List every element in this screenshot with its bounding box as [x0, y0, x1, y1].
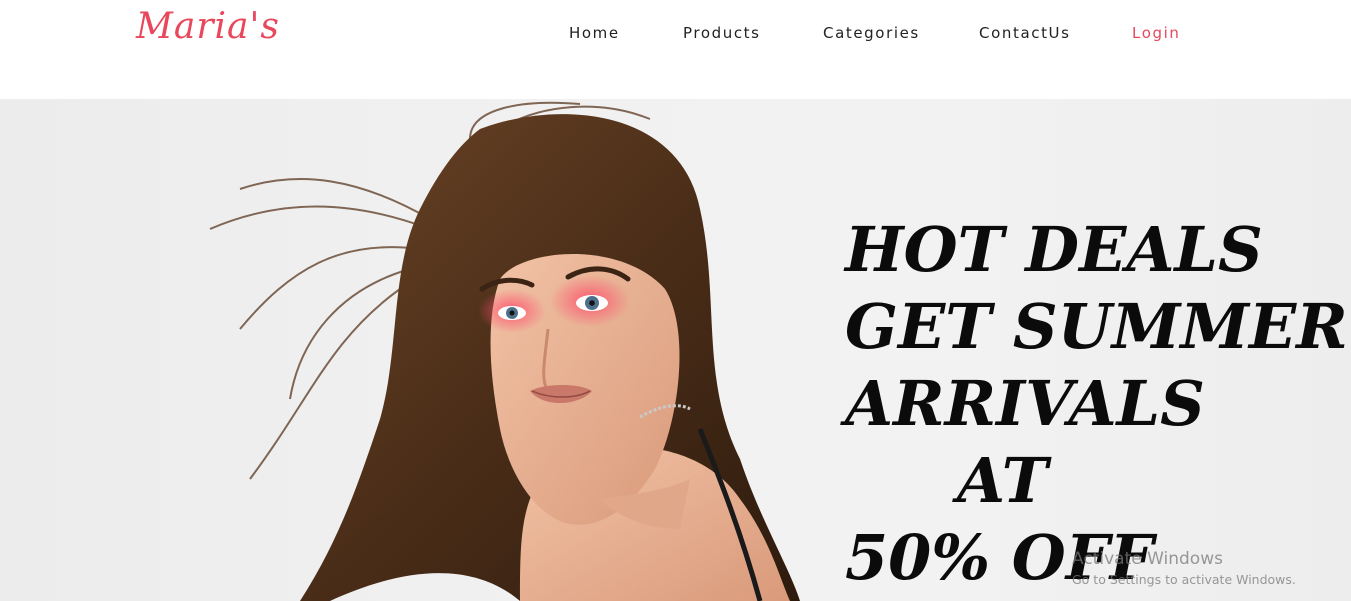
site-header: Maria's Home Products Categories Contact… [0, 0, 1351, 99]
hero-headline: HOT DEALS GET SUMMER ARRIVALS AT 50% OFF [845, 211, 1348, 596]
nav-home-link[interactable]: Home [569, 22, 620, 44]
hero-model-image [209, 101, 800, 601]
watermark-subtitle: Go to Settings to activate Windows. [1072, 572, 1296, 587]
nav-login-link[interactable]: Login [1132, 22, 1180, 44]
watermark-title: Activate Windows [1072, 549, 1223, 569]
nav-contact-link[interactable]: ContactUs [979, 22, 1071, 44]
nav-categories-link[interactable]: Categories [823, 22, 920, 44]
brand-logo[interactable]: Maria's [136, 2, 280, 52]
hero-banner: HOT DEALS GET SUMMER ARRIVALS AT 50% OFF [0, 99, 1351, 601]
nav-products-link[interactable]: Products [683, 22, 761, 44]
windows-activation-watermark: Activate Windows Go to Settings to activ… [1072, 548, 1296, 589]
headline-line-3: ARRIVALS [845, 367, 1205, 440]
headline-line-4: AT [957, 444, 1048, 517]
headline-line-1: HOT DEALS [845, 213, 1263, 286]
headline-line-2: GET SUMMER [845, 290, 1348, 363]
